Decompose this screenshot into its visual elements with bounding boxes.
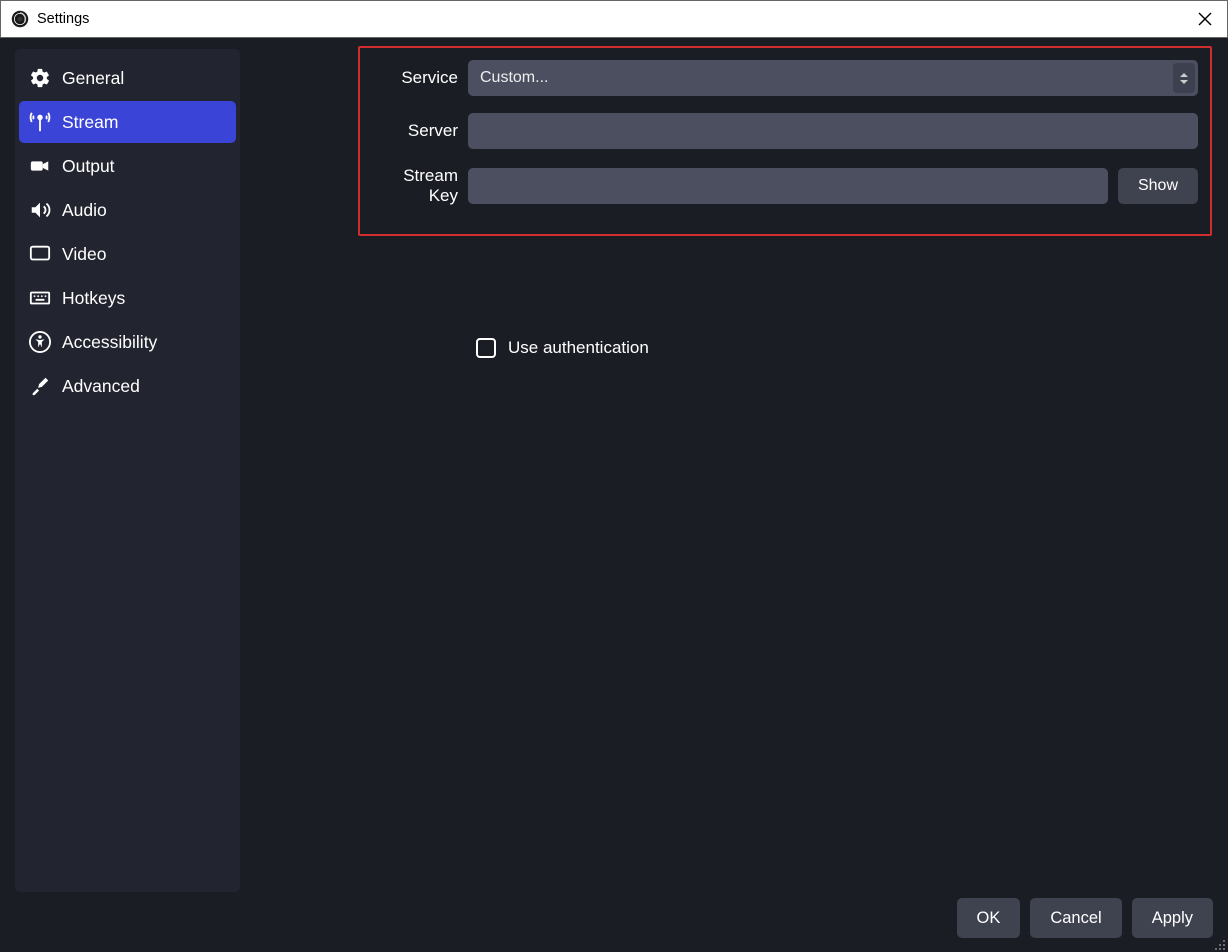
service-row: Service Custom...: [372, 60, 1198, 96]
obs-app-icon: [11, 10, 29, 28]
sidebar-item-accessibility[interactable]: Accessibility: [19, 321, 236, 363]
monitor-icon: [29, 243, 51, 265]
up-down-spinner-icon[interactable]: [1173, 63, 1195, 93]
sidebar-item-label: General: [62, 68, 124, 89]
antenna-icon: [29, 111, 51, 133]
service-select-value: Custom...: [480, 69, 548, 87]
service-select[interactable]: Custom...: [468, 60, 1198, 96]
sidebar-item-label: Accessibility: [62, 332, 157, 353]
sidebar-item-label: Hotkeys: [62, 288, 125, 309]
server-input[interactable]: [468, 113, 1198, 149]
dialog-footer: OK Cancel Apply: [0, 892, 1228, 952]
gear-icon: [29, 67, 51, 89]
accessibility-icon: [29, 331, 51, 353]
resize-grip-icon[interactable]: [1214, 938, 1226, 950]
cancel-button[interactable]: Cancel: [1030, 898, 1121, 938]
camcorder-icon: [29, 155, 51, 177]
sidebar-item-stream[interactable]: Stream: [19, 101, 236, 143]
use-authentication-label: Use authentication: [508, 338, 649, 358]
sidebar-item-general[interactable]: General: [19, 57, 236, 99]
keyboard-icon: [29, 287, 51, 309]
streamkey-label: Stream Key: [372, 166, 458, 206]
use-authentication-row: Use authentication: [476, 338, 1212, 358]
use-authentication-checkbox[interactable]: [476, 338, 496, 358]
titlebar: Settings: [0, 0, 1228, 38]
sidebar-item-label: Output: [62, 156, 115, 177]
streamkey-input[interactable]: [468, 168, 1108, 204]
sidebar-item-label: Video: [62, 244, 106, 265]
stream-settings-highlight: Service Custom... Server Stream Key Show: [358, 46, 1212, 236]
sidebar-item-label: Advanced: [62, 376, 140, 397]
settings-sidebar: General Stream Output Audio Video: [15, 49, 240, 892]
server-label: Server: [372, 121, 458, 141]
sidebar-item-output[interactable]: Output: [19, 145, 236, 187]
window-close-button[interactable]: [1189, 3, 1221, 35]
sidebar-item-video[interactable]: Video: [19, 233, 236, 275]
apply-button[interactable]: Apply: [1132, 898, 1213, 938]
tools-icon: [29, 375, 51, 397]
show-streamkey-button[interactable]: Show: [1118, 168, 1198, 204]
sidebar-item-hotkeys[interactable]: Hotkeys: [19, 277, 236, 319]
titlebar-left: Settings: [11, 10, 89, 28]
speaker-icon: [29, 199, 51, 221]
sidebar-item-advanced[interactable]: Advanced: [19, 365, 236, 407]
sidebar-item-label: Audio: [62, 200, 107, 221]
sidebar-item-label: Stream: [62, 112, 118, 133]
server-row: Server: [372, 113, 1198, 149]
sidebar-item-audio[interactable]: Audio: [19, 189, 236, 231]
settings-main-panel: Service Custom... Server Stream Key Show: [240, 49, 1220, 892]
service-label: Service: [372, 68, 458, 88]
ok-button[interactable]: OK: [957, 898, 1021, 938]
streamkey-row: Stream Key Show: [372, 166, 1198, 206]
window-title: Settings: [37, 11, 89, 27]
